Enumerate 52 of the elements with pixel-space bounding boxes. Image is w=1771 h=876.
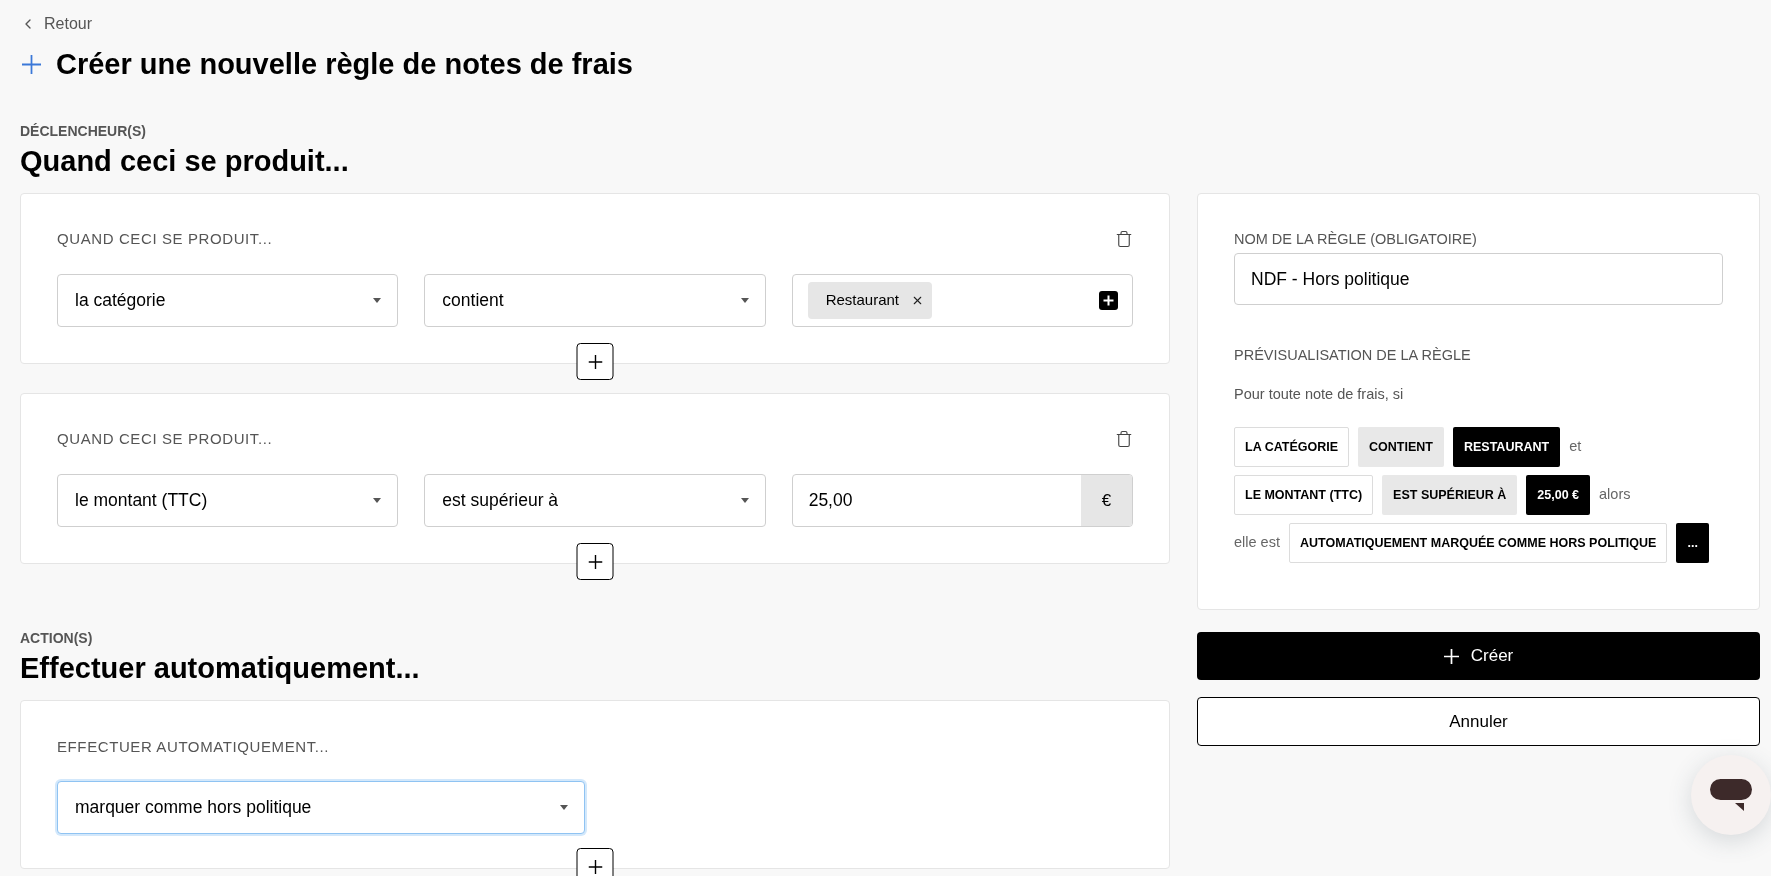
preview-intro: Pour toute note de frais, si xyxy=(1234,385,1404,403)
tag-input[interactable]: Restaurant xyxy=(791,274,1133,327)
condition-label: QUAND CECI SE PRODUIT... xyxy=(57,230,273,248)
trash-icon[interactable] xyxy=(1115,430,1133,448)
caret-icon xyxy=(373,498,382,503)
currency-addon: € xyxy=(1081,475,1132,526)
page-title: Créer une nouvelle règle de notes de frais xyxy=(56,47,633,82)
preview-label: PRÉVISUALISATION DE LA RÈGLE xyxy=(1234,346,1471,364)
add-action-button[interactable] xyxy=(576,848,614,876)
preview-chip: EST SUPÉRIEUR À xyxy=(1382,475,1518,515)
action-select[interactable]: marquer comme hors politique xyxy=(57,781,585,834)
plus-icon xyxy=(588,354,602,369)
preview-chip: RESTAURANT xyxy=(1452,427,1561,467)
preview-chip: AUTOMATIQUEMENT MARQUÉE COMME HORS POLITIQUE xyxy=(1288,523,1668,563)
section-eyebrow: DÉCLENCHEUR(S) xyxy=(20,122,146,140)
caret-icon xyxy=(740,298,749,303)
field-select[interactable]: le montant (TTC) xyxy=(57,474,399,527)
preview-chip: LE MONTANT (TTC) xyxy=(1234,475,1374,515)
plus-icon xyxy=(588,554,602,569)
trash-icon[interactable] xyxy=(1115,230,1133,248)
plus-icon xyxy=(588,859,602,874)
preview-text: elle est xyxy=(1234,533,1280,553)
caret-icon xyxy=(373,298,382,303)
amount-input[interactable]: 25,00 € xyxy=(791,474,1133,527)
preview-chip: ... xyxy=(1676,523,1709,563)
preview-chip: CONTIENT xyxy=(1358,427,1444,467)
condition-label: QUAND CECI SE PRODUIT... xyxy=(57,430,273,448)
field-select[interactable]: la catégorie xyxy=(57,274,399,327)
operator-select[interactable]: est supérieur à xyxy=(424,474,766,527)
section-heading: Effectuer automatiquement... xyxy=(20,651,420,685)
action-label: EFFECTUER AUTOMATIQUEMENT... xyxy=(57,738,330,756)
preview-text: alors xyxy=(1599,485,1631,505)
plus-icon xyxy=(21,54,41,74)
operator-select[interactable]: contient xyxy=(424,274,766,327)
section-heading: Quand ceci se produit... xyxy=(20,144,349,178)
preview-text: et xyxy=(1569,437,1582,457)
create-button[interactable]: Créer xyxy=(1197,632,1760,680)
tag-label: Restaurant xyxy=(825,290,900,311)
rule-name-label: NOM DE LA RÈGLE (OBLIGATOIRE) xyxy=(1234,230,1477,248)
plus-icon xyxy=(1443,648,1459,664)
plus-square-icon[interactable] xyxy=(1099,291,1118,310)
caret-icon xyxy=(740,498,749,503)
section-eyebrow: ACTION(S) xyxy=(20,629,93,647)
cancel-button[interactable]: Annuler xyxy=(1197,697,1760,746)
back-link[interactable]: Retour xyxy=(20,14,93,34)
rule-name-input[interactable]: NDF - Hors politique xyxy=(1234,253,1723,305)
add-condition-button[interactable] xyxy=(576,343,614,380)
caret-icon xyxy=(560,805,568,810)
add-condition-button[interactable] xyxy=(576,543,614,580)
speech-bubble-icon xyxy=(1710,779,1752,811)
preview-chip: 25,00 € xyxy=(1526,475,1591,515)
preview-chip: LA CATÉGORIE xyxy=(1234,427,1350,467)
